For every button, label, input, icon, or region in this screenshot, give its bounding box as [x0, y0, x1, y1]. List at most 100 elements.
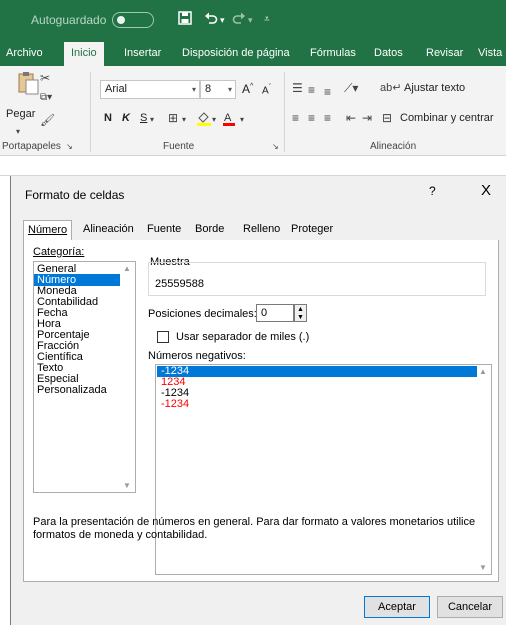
tab-relleno[interactable]: Relleno [243, 220, 280, 240]
font-size-value: 8 [205, 83, 212, 95]
excel-window: Autoguardado ▾ ▾ ⩡ Archivo Inicio Insert… [0, 0, 506, 625]
list-item[interactable]: 1234 [157, 377, 477, 388]
group-clipboard-label: Portapapeles [2, 141, 61, 152]
increase-indent-icon[interactable]: ⇥ [362, 110, 372, 126]
align-right-icon[interactable]: ≡ [324, 110, 331, 126]
paste-label[interactable]: Pegar [6, 108, 35, 120]
chevron-up-icon[interactable]: ▲ [479, 367, 487, 376]
tab-proteger[interactable]: Proteger [291, 220, 333, 240]
negatives-label: Números negativos: [148, 350, 246, 362]
copy-icon[interactable]: ⧉▾ [40, 90, 52, 106]
chevron-down-icon[interactable]: ▼ [123, 481, 131, 490]
orientation-icon[interactable]: ⟋▾ [344, 80, 358, 96]
customize-qat-icon[interactable]: ⩡ [264, 11, 270, 29]
align-bottom-icon[interactable]: ≡ [324, 84, 331, 100]
category-label: Categoría: [33, 246, 85, 258]
cancel-button[interactable]: Cancelar [437, 596, 503, 618]
thousands-separator-label[interactable]: Usar separador de miles (.) [176, 331, 309, 343]
font-color-dropdown-icon[interactable]: ▾ [240, 112, 244, 128]
underline-dropdown-icon[interactable]: ▾ [150, 112, 154, 128]
stepper-down-icon[interactable]: ▼ [297, 314, 304, 322]
format-cells-dialog: Formato de celdas ? X Número Alineación … [10, 176, 506, 625]
align-middle-icon[interactable]: ≡ [308, 82, 315, 98]
tab-revisar[interactable]: Revisar [426, 40, 463, 66]
paste-dropdown-icon[interactable]: ▾ [16, 124, 20, 140]
bold-button[interactable]: N [104, 112, 112, 124]
decrease-indent-icon[interactable]: ⇤ [346, 110, 356, 126]
chevron-down-icon: ▾ [227, 85, 232, 94]
group-font-label: Fuente [163, 141, 195, 152]
undo-dropdown-icon[interactable]: ▾ [220, 11, 225, 29]
decimals-input[interactable]: 0 [256, 304, 294, 322]
fill-color-icon[interactable] [196, 110, 212, 130]
font-name-value: Arial [105, 83, 128, 95]
negative-numbers-list[interactable]: -1234 1234 -1234 -1234 ▲ ▼ [155, 364, 492, 575]
tab-archivo[interactable]: Archivo [6, 40, 43, 66]
wrap-text-button[interactable]: Ajustar texto [404, 82, 465, 94]
separator [284, 72, 285, 152]
ribbon-tabs: Archivo Inicio Insertar Disposición de p… [0, 40, 506, 66]
chevron-up-icon[interactable]: ▲ [123, 264, 131, 273]
title-bar: Autoguardado ▾ ▾ ⩡ [0, 0, 506, 40]
fill-color-dropdown-icon[interactable]: ▾ [212, 112, 216, 128]
align-left-icon[interactable]: ≡ [292, 110, 299, 126]
decimals-label: Posiciones decimales: [148, 308, 257, 320]
list-item[interactable]: -1234 [157, 388, 477, 399]
merge-center-icon[interactable]: ⊟ [382, 110, 392, 126]
clipboard-launcher-icon[interactable]: ↘ [66, 139, 73, 155]
decimals-stepper[interactable]: ▲ ▼ [294, 304, 307, 322]
negatives-scrollbar[interactable]: ▲ ▼ [477, 365, 491, 574]
paste-icon[interactable] [18, 70, 40, 100]
list-item[interactable]: Personalizada [34, 384, 120, 396]
chevron-down-icon: ▾ [191, 85, 196, 94]
tab-borde[interactable]: Borde [195, 220, 224, 240]
italic-button[interactable]: K [122, 112, 130, 124]
tab-formulas[interactable]: Fórmulas [310, 40, 356, 66]
tab-alineacion[interactable]: Alineación [83, 220, 134, 240]
shrink-font-icon[interactable]: Aˇ [262, 84, 271, 96]
tab-numero[interactable]: Número [23, 220, 73, 241]
list-item[interactable]: -1234 [157, 366, 477, 377]
autosave-label: Autoguardado [31, 13, 107, 27]
tab-fuente[interactable]: Fuente [147, 220, 181, 240]
redo-icon[interactable] [232, 11, 246, 29]
close-icon[interactable]: X [481, 183, 491, 199]
autosave-toggle[interactable] [112, 12, 154, 28]
font-color-icon[interactable]: A [222, 110, 236, 130]
cut-icon[interactable]: ✂ [40, 70, 50, 86]
undo-icon[interactable] [204, 11, 218, 29]
font-size-combo[interactable]: 8 ▾ [200, 80, 236, 99]
stepper-up-icon[interactable]: ▲ [297, 306, 304, 314]
grow-font-icon[interactable]: A^ [242, 82, 253, 96]
font-name-combo[interactable]: Arial ▾ [100, 80, 200, 99]
tab-disposicion[interactable]: Disposición de página [182, 40, 290, 66]
underline-button[interactable]: S [140, 112, 147, 124]
font-launcher-icon[interactable]: ↘ [272, 139, 279, 155]
tab-insertar[interactable]: Insertar [124, 40, 161, 66]
chevron-down-icon[interactable]: ▼ [479, 563, 487, 572]
thousands-separator-checkbox[interactable] [157, 331, 169, 343]
sample-value: 25559588 [155, 278, 204, 290]
separator [90, 72, 91, 152]
tab-vista[interactable]: Vista [478, 40, 502, 66]
help-button[interactable]: ? [429, 184, 436, 198]
tab-datos[interactable]: Datos [374, 40, 403, 66]
category-list[interactable]: General Número Moneda Contabilidad Fecha… [33, 261, 136, 493]
save-icon[interactable] [178, 11, 192, 29]
align-center-icon[interactable]: ≡ [308, 110, 315, 126]
category-scrollbar[interactable]: ▲ ▼ [121, 262, 135, 492]
formula-bar [0, 156, 506, 176]
svg-text:A: A [224, 112, 232, 124]
redo-dropdown-icon[interactable]: ▾ [248, 11, 253, 29]
group-alignment-label: Alineación [370, 141, 417, 152]
borders-dropdown-icon[interactable]: ▾ [182, 112, 186, 128]
format-painter-icon[interactable]: 🖌 [40, 112, 55, 128]
merge-center-button[interactable]: Combinar y centrar [400, 112, 494, 124]
list-item[interactable]: -1234 [157, 399, 477, 410]
borders-icon[interactable]: ⊞ [168, 110, 178, 126]
ok-button[interactable]: Aceptar [364, 596, 430, 618]
align-top-icon[interactable]: ☰ [292, 80, 303, 96]
tab-inicio[interactable]: Inicio [64, 40, 104, 66]
wrap-text-icon[interactable]: ab↵ [380, 80, 401, 96]
dialog-title: Formato de celdas [25, 188, 125, 202]
